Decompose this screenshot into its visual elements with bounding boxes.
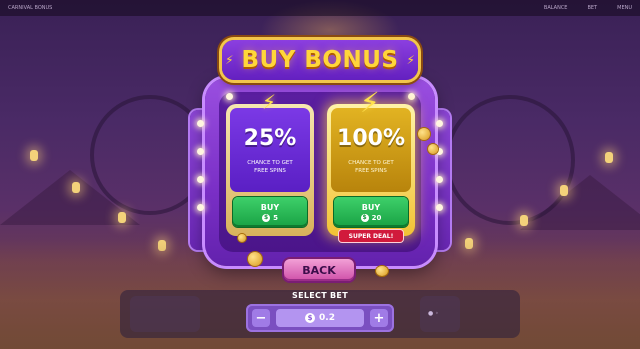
buy-label: BUY	[260, 202, 280, 212]
title-banner: ⚡ BUY BONUS ⚡	[222, 40, 418, 80]
dollar-coin-icon: $	[305, 313, 316, 323]
marquee-bulb	[436, 204, 443, 211]
lightning-bolt-icon: ⚡	[360, 86, 380, 119]
card-info: 100% CHANCE TO GET FREE SPINS	[331, 108, 411, 192]
topbar-item[interactable]: MENU	[617, 5, 632, 11]
coin-icon: ● ◦	[428, 310, 439, 317]
marquee-bulb	[436, 176, 443, 183]
string-lamp	[72, 182, 80, 193]
bet-selector: − $ 0.2 +	[246, 304, 394, 332]
control-slot-left	[130, 296, 200, 332]
gold-coin-decoration	[428, 144, 438, 154]
chance-description: CHANCE TO GET FREE SPINS	[247, 160, 293, 174]
dollar-coin-icon: $	[360, 213, 369, 222]
dialog-title: BUY BONUS	[241, 47, 399, 73]
back-button[interactable]: BACK	[284, 259, 354, 281]
gold-coin-decoration	[238, 234, 246, 242]
chance-percent: 100%	[337, 126, 405, 151]
price-value: 20	[371, 213, 382, 222]
gold-coin-decoration	[376, 266, 388, 276]
bet-value: 0.2	[319, 313, 335, 323]
bonus-option-card-25: 25% CHANCE TO GET FREE SPINS BUY $ 5	[226, 104, 314, 236]
string-lamp	[605, 152, 613, 163]
super-deal-badge: SUPER DEAL!	[339, 230, 403, 242]
top-bar: CARNIVAL BONUS BALANCE BET MENU	[0, 0, 640, 16]
dollar-coin-icon: $	[262, 213, 271, 222]
marquee-bulb	[197, 176, 204, 183]
string-lamp	[560, 185, 568, 196]
lightning-bolt-icon: ⚡	[225, 53, 234, 67]
marquee-bulb	[226, 93, 233, 100]
price-value: 5	[273, 213, 278, 222]
chance-percent: 25%	[243, 126, 297, 151]
marquee-bulb	[408, 93, 415, 100]
marquee-bulb	[197, 204, 204, 211]
string-lamp	[118, 212, 126, 223]
marquee-bulb	[197, 120, 204, 127]
buy-price: $ 5	[262, 213, 278, 222]
game-label: CARNIVAL BONUS	[8, 5, 53, 11]
chance-description: CHANCE TO GET FREE SPINS	[348, 160, 394, 174]
buy-button-25[interactable]: BUY $ 5	[233, 197, 307, 227]
topbar-item: BALANCE	[543, 5, 568, 11]
select-bet-label: SELECT BET	[292, 291, 348, 300]
marquee-bulb	[436, 120, 443, 127]
decrease-bet-button[interactable]: −	[252, 309, 270, 327]
string-lamp	[520, 215, 528, 226]
bet-value-display: $ 0.2	[276, 309, 364, 327]
gold-coin-decoration	[418, 128, 430, 140]
lightning-bolt-icon: ⚡	[406, 53, 415, 67]
gold-coin-decoration	[248, 252, 262, 266]
bonus-option-card-100: 100% CHANCE TO GET FREE SPINS BUY $ 20	[327, 104, 415, 236]
control-slot-right: ● ◦	[420, 296, 460, 332]
buy-button-100[interactable]: BUY $ 20	[334, 197, 408, 227]
marquee-bulb	[197, 148, 204, 155]
card-info: 25% CHANCE TO GET FREE SPINS	[230, 108, 310, 192]
buy-price: $ 20	[360, 213, 382, 222]
string-lamp	[30, 150, 38, 161]
ferris-wheel-right	[445, 95, 575, 225]
lightning-bolt-icon: ⚡	[262, 90, 277, 114]
buy-label: BUY	[361, 202, 381, 212]
topbar-item: BET	[587, 5, 598, 11]
increase-bet-button[interactable]: +	[370, 309, 388, 327]
